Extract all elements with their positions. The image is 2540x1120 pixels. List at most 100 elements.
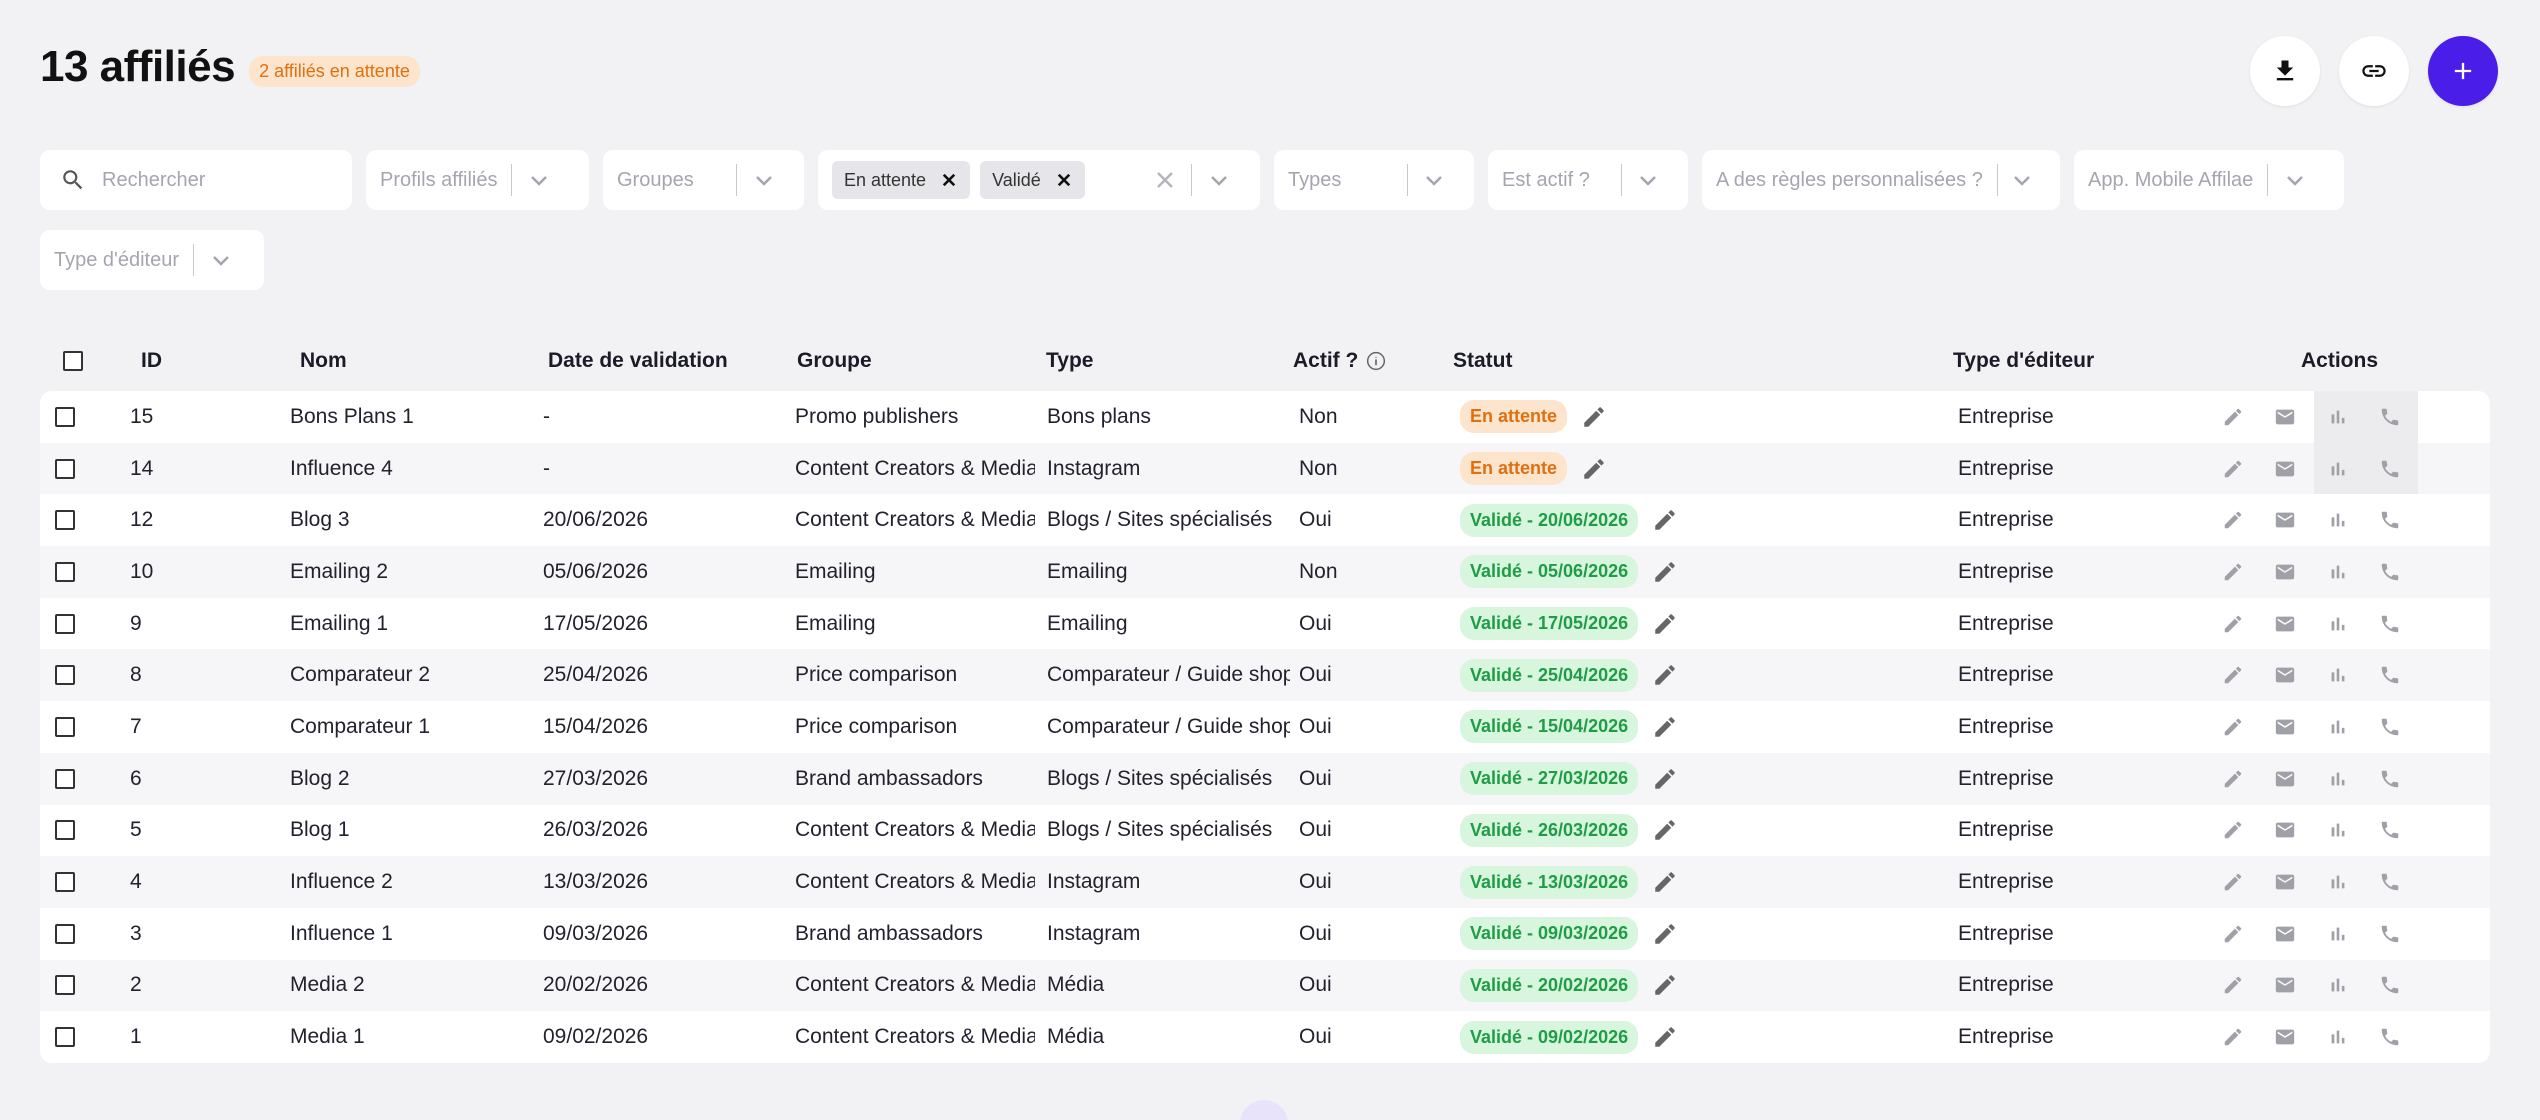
stats-action[interactable] [2327,546,2349,598]
table-row[interactable]: 12 Blog 3 20/06/2026 Content Creators & Med… [40,494,2490,546]
cell-nom[interactable]: Bons Plans 1 [290,391,414,443]
edit-action[interactable] [2222,494,2244,546]
row-checkbox[interactable] [55,872,75,893]
col-id[interactable]: ID [141,340,162,382]
col-type-editeur[interactable]: Type d'éditeur [1953,340,2094,382]
edit-action[interactable] [2222,546,2244,598]
edit-status-icon[interactable] [1652,559,1678,585]
filter-est-actif[interactable]: Est actif ? [1488,150,1688,210]
cell-nom[interactable]: Blog 3 [290,494,350,546]
table-row[interactable]: 7 Comparateur 1 15/04/2026 Price comparison… [40,701,2490,753]
mail-action[interactable] [2274,598,2296,650]
row-checkbox[interactable] [55,768,75,789]
edit-action[interactable] [2222,1011,2244,1063]
filter-app-mobile[interactable]: App. Mobile Affilae [2074,150,2344,210]
edit-status-icon[interactable] [1652,972,1678,998]
table-row[interactable]: 15 Bons Plans 1 - Promo publishers Bons plan… [40,391,2490,443]
mail-action[interactable] [2274,443,2296,495]
row-checkbox[interactable] [55,510,75,531]
stats-action[interactable] [2327,494,2349,546]
row-checkbox[interactable] [55,923,75,944]
filter-profils[interactable]: Profils affiliés [366,150,589,210]
clear-all-icon[interactable] [1153,168,1177,192]
chevron-down-icon[interactable] [737,168,790,192]
phone-action[interactable] [2379,391,2401,443]
table-row[interactable]: 2 Media 2 20/02/2026 Content Creators & Med… [40,959,2490,1012]
phone-action[interactable] [2379,649,2401,701]
phone-action[interactable] [2379,546,2401,598]
phone-action[interactable] [2379,443,2401,495]
edit-action[interactable] [2222,701,2244,753]
filter-types[interactable]: Types [1274,150,1474,210]
edit-status-icon[interactable] [1652,766,1678,792]
stats-action[interactable] [2327,391,2349,443]
mail-action[interactable] [2274,856,2296,908]
search-input[interactable]: Rechercher [40,150,352,210]
scroll-to-top-button[interactable] [1240,1100,1288,1120]
chip-en-attente[interactable]: En attente [832,161,971,199]
row-checkbox[interactable] [55,716,75,737]
row-checkbox[interactable] [55,458,75,479]
col-statut[interactable]: Statut [1453,340,1513,382]
row-checkbox[interactable] [55,665,75,686]
edit-status-icon[interactable] [1652,869,1678,895]
phone-action[interactable] [2379,753,2401,805]
invite-link-button[interactable] [2339,36,2409,106]
phone-action[interactable] [2379,908,2401,960]
stats-action[interactable] [2327,649,2349,701]
cell-nom[interactable]: Emailing 1 [290,598,388,650]
edit-action[interactable] [2222,598,2244,650]
stats-action[interactable] [2327,753,2349,805]
col-groupe[interactable]: Groupe [797,340,872,382]
table-row[interactable]: 3 Influence 1 09/03/2026 Brand ambassadors I… [40,908,2490,960]
add-affiliate-button[interactable] [2428,36,2498,106]
phone-action[interactable] [2379,494,2401,546]
cell-nom[interactable]: Media 2 [290,960,365,1012]
mail-action[interactable] [2274,494,2296,546]
row-checkbox[interactable] [55,820,75,841]
cell-nom[interactable]: Blog 2 [290,753,350,805]
stats-action[interactable] [2327,443,2349,495]
edit-action[interactable] [2222,443,2244,495]
edit-status-icon[interactable] [1652,921,1678,947]
edit-action[interactable] [2222,856,2244,908]
stats-action[interactable] [2327,805,2349,857]
edit-status-icon[interactable] [1652,817,1678,843]
chevron-down-icon[interactable] [1192,168,1246,192]
mail-action[interactable] [2274,649,2296,701]
col-type[interactable]: Type [1046,340,1093,382]
chevron-down-icon[interactable] [194,248,248,272]
table-row[interactable]: 9 Emailing 1 17/05/2026 Emailing Emailing Oui… [40,598,2490,650]
mail-action[interactable] [2274,546,2296,598]
filter-statut[interactable]: En attente Validé [818,150,1260,210]
chevron-down-icon[interactable] [1998,168,2046,192]
phone-action[interactable] [2379,701,2401,753]
table-row[interactable]: 6 Blog 2 27/03/2026 Brand ambassadors Blogs … [40,752,2490,805]
mail-action[interactable] [2274,753,2296,805]
stats-action[interactable] [2327,856,2349,908]
stats-action[interactable] [2327,908,2349,960]
export-button[interactable] [2250,36,2320,106]
edit-action[interactable] [2222,391,2244,443]
select-all-checkbox[interactable] [63,351,83,371]
edit-status-icon[interactable] [1652,662,1678,688]
edit-action[interactable] [2222,908,2244,960]
mail-action[interactable] [2274,701,2296,753]
cell-nom[interactable]: Comparateur 2 [290,649,430,701]
stats-action[interactable] [2327,1011,2349,1063]
cell-nom[interactable]: Blog 1 [290,805,350,857]
row-checkbox[interactable] [55,561,75,582]
table-row[interactable]: 10 Emailing 2 05/06/2026 Emailing Emailing No… [40,546,2490,598]
row-checkbox[interactable] [55,1027,75,1048]
col-nom[interactable]: Nom [300,340,347,382]
mail-action[interactable] [2274,1011,2296,1063]
pending-count-badge[interactable]: 2 affiliés en attente [249,55,420,87]
row-checkbox[interactable] [55,975,75,996]
phone-action[interactable] [2379,598,2401,650]
chevron-down-icon[interactable] [512,168,566,192]
chip-valide[interactable]: Validé [980,161,1085,199]
col-actif[interactable]: Actif ? [1293,340,1386,382]
edit-status-icon[interactable] [1581,404,1607,430]
phone-action[interactable] [2379,1011,2401,1063]
phone-action[interactable] [2379,960,2401,1012]
